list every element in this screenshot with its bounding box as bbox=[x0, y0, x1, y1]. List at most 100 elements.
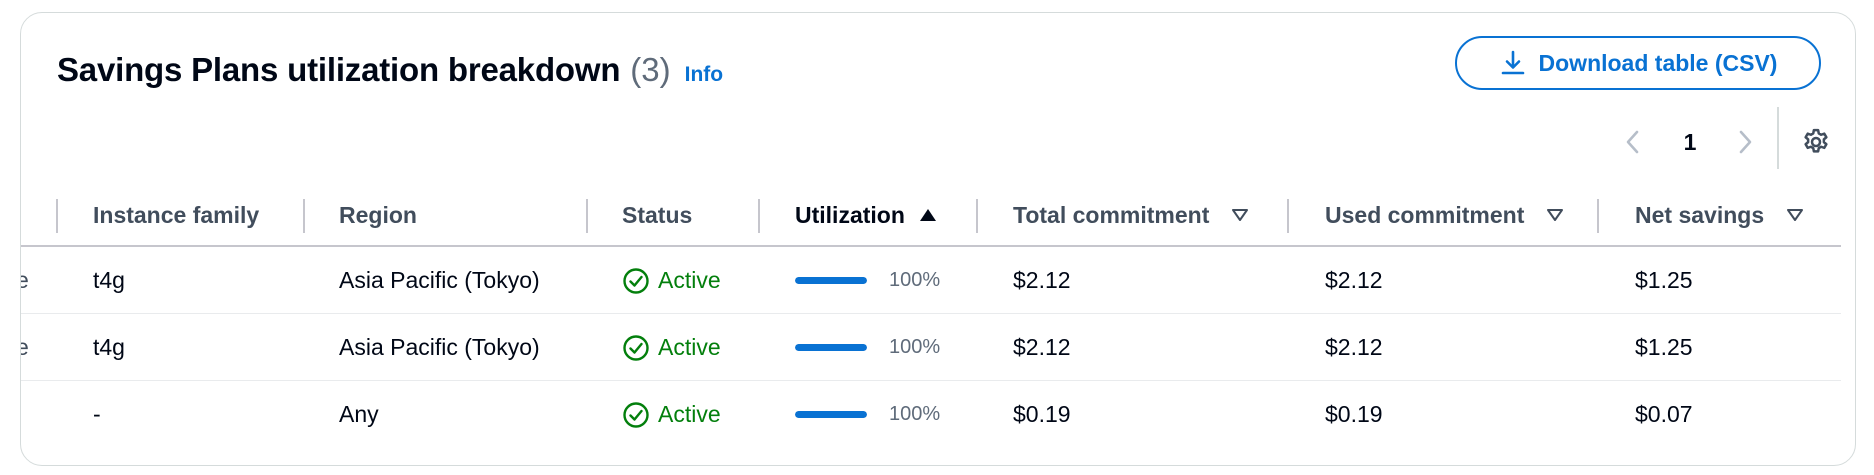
table-row: e t4g Asia Pacific (Tokyo) Active 100% $… bbox=[21, 247, 1841, 314]
chevron-right-icon bbox=[1737, 129, 1753, 155]
cell-value-region: Asia Pacific (Tokyo) bbox=[339, 267, 540, 293]
cell-value-region: Asia Pacific (Tokyo) bbox=[339, 334, 540, 360]
clipped-cell-fragment: e bbox=[21, 314, 29, 381]
item-count: (3) bbox=[630, 51, 671, 88]
column-separator[interactable] bbox=[758, 199, 760, 233]
column-separator[interactable] bbox=[1597, 199, 1599, 233]
cell-region: Asia Pacific (Tokyo) bbox=[339, 314, 540, 381]
cell-net-savings: $1.25 bbox=[1635, 314, 1693, 381]
column-header-label: Region bbox=[339, 201, 417, 228]
utilization-percent: 100% bbox=[889, 336, 941, 358]
panel-title: Savings Plans utilization breakdown bbox=[57, 51, 621, 88]
column-header-used-commitment[interactable]: Used commitment bbox=[1325, 185, 1564, 245]
table-preferences-button[interactable] bbox=[1793, 119, 1839, 165]
column-header-net-savings[interactable]: Net savings bbox=[1635, 185, 1804, 245]
column-header-status[interactable]: Status bbox=[622, 185, 692, 245]
cell-value-region: Any bbox=[339, 401, 379, 427]
pagination-divider bbox=[1777, 107, 1779, 169]
caret-up-filled-icon bbox=[919, 208, 937, 222]
cell-net-savings: $1.25 bbox=[1635, 247, 1693, 314]
cell-value-instance-family: - bbox=[93, 401, 101, 427]
cell-value-total-commitment: $2.12 bbox=[1013, 267, 1071, 293]
column-header-label: Utilization bbox=[795, 201, 905, 228]
column-separator[interactable] bbox=[976, 199, 978, 233]
check-circle-icon bbox=[622, 401, 650, 429]
column-header-label: Used commitment bbox=[1325, 201, 1525, 228]
utilization-progress-fill bbox=[795, 411, 867, 418]
cell-utilization: 100% bbox=[795, 381, 940, 448]
column-header-utilization[interactable]: Utilization bbox=[795, 185, 937, 245]
cell-value-used-commitment: $2.12 bbox=[1325, 334, 1383, 360]
cell-value-clipped: e bbox=[21, 267, 29, 294]
caret-down-outline-icon bbox=[1231, 208, 1249, 222]
download-csv-label: Download table (CSV) bbox=[1538, 49, 1778, 76]
cell-utilization: 100% bbox=[795, 314, 940, 381]
cell-value-instance-family: t4g bbox=[93, 267, 125, 293]
cell-value-net-savings: $0.07 bbox=[1635, 401, 1693, 427]
cell-region: Any bbox=[339, 381, 379, 448]
cell-total-commitment: $2.12 bbox=[1013, 314, 1071, 381]
download-csv-button[interactable]: Download table (CSV) bbox=[1455, 36, 1821, 90]
cell-value-net-savings: $1.25 bbox=[1635, 267, 1693, 293]
clipped-cell-fragment bbox=[21, 381, 29, 448]
status-label: Active bbox=[658, 401, 721, 427]
check-circle-icon bbox=[622, 267, 650, 295]
cell-total-commitment: $2.12 bbox=[1013, 247, 1071, 314]
cell-instance-family: - bbox=[93, 381, 101, 448]
table-header-row: Instance family Region Status Utilizatio… bbox=[21, 185, 1841, 247]
utilization-percent: 100% bbox=[889, 269, 941, 291]
cell-status: Active bbox=[622, 381, 721, 448]
gear-icon bbox=[1801, 127, 1831, 157]
utilization-progress-bar bbox=[795, 277, 867, 284]
clipped-cell-fragment: e bbox=[21, 247, 29, 314]
column-header-label: Net savings bbox=[1635, 201, 1765, 228]
next-page-button[interactable] bbox=[1727, 117, 1763, 167]
cell-value-used-commitment: $0.19 bbox=[1325, 401, 1383, 427]
column-header-label: Total commitment bbox=[1013, 201, 1210, 228]
cell-utilization: 100% bbox=[795, 247, 940, 314]
column-separator[interactable] bbox=[56, 199, 58, 233]
cell-value-used-commitment: $2.12 bbox=[1325, 267, 1383, 293]
cell-net-savings: $0.07 bbox=[1635, 381, 1693, 448]
cell-used-commitment: $2.12 bbox=[1325, 314, 1383, 381]
download-icon bbox=[1499, 49, 1527, 77]
utilization-breakdown-panel: Savings Plans utilization breakdown (3) … bbox=[20, 12, 1856, 466]
utilization-percent: 100% bbox=[889, 403, 941, 425]
cell-used-commitment: $0.19 bbox=[1325, 381, 1383, 448]
status-label: Active bbox=[658, 334, 721, 360]
page-number-current[interactable]: 1 bbox=[1671, 117, 1709, 167]
utilization-progress-bar bbox=[795, 344, 867, 351]
column-header-label: Status bbox=[622, 201, 693, 228]
column-header-total-commitment[interactable]: Total commitment bbox=[1013, 185, 1249, 245]
column-separator[interactable] bbox=[303, 199, 305, 233]
status-label: Active bbox=[658, 267, 721, 293]
table-row: - Any Active 100% $0.19 $0.19 $0.07 bbox=[21, 381, 1841, 448]
cell-total-commitment: $0.19 bbox=[1013, 381, 1071, 448]
cell-value-total-commitment: $2.12 bbox=[1013, 334, 1071, 360]
utilization-progress-fill bbox=[795, 344, 867, 351]
cell-status: Active bbox=[622, 314, 721, 381]
cell-status: Active bbox=[622, 247, 721, 314]
column-header-instance-family[interactable]: Instance family bbox=[93, 185, 259, 245]
cell-value-net-savings: $1.25 bbox=[1635, 334, 1693, 360]
cell-used-commitment: $2.12 bbox=[1325, 247, 1383, 314]
utilization-progress-bar bbox=[795, 411, 867, 418]
column-separator[interactable] bbox=[1287, 199, 1289, 233]
cell-region: Asia Pacific (Tokyo) bbox=[339, 247, 540, 314]
column-header-label: Instance family bbox=[93, 201, 260, 228]
table-row: e t4g Asia Pacific (Tokyo) Active 100% $… bbox=[21, 314, 1841, 381]
column-header-region[interactable]: Region bbox=[339, 185, 417, 245]
cell-instance-family: t4g bbox=[93, 314, 125, 381]
chevron-left-icon bbox=[1625, 129, 1641, 155]
previous-page-button[interactable] bbox=[1615, 117, 1651, 167]
check-circle-icon bbox=[622, 334, 650, 362]
caret-down-outline-icon bbox=[1786, 208, 1804, 222]
utilization-progress-fill bbox=[795, 277, 867, 284]
cell-value-instance-family: t4g bbox=[93, 334, 125, 360]
cell-value-total-commitment: $0.19 bbox=[1013, 401, 1071, 427]
cell-value-clipped: e bbox=[21, 334, 29, 361]
caret-down-outline-icon bbox=[1546, 208, 1564, 222]
column-separator[interactable] bbox=[586, 199, 588, 233]
panel-header: Savings Plans utilization breakdown (3) … bbox=[57, 51, 723, 89]
info-link[interactable]: Info bbox=[685, 63, 723, 87]
